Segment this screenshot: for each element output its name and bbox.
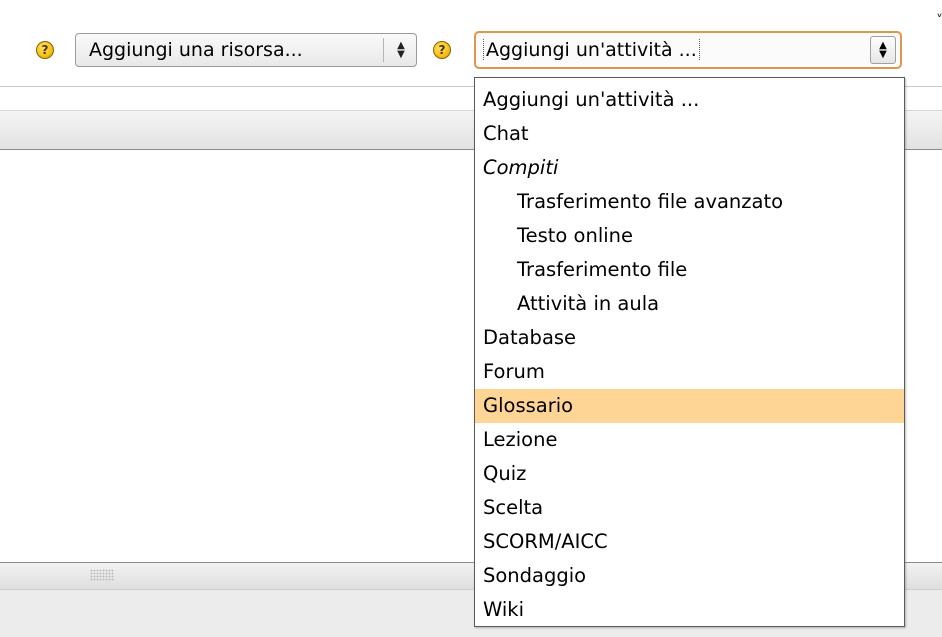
dropdown-option[interactable]: Trasferimento file <box>475 253 904 287</box>
updown-arrows-icon: ▲ ▼ <box>870 36 896 64</box>
add-activity-select-label: Aggiungi un'attività ... <box>483 39 700 61</box>
add-resource-select-value: Aggiungi una risorsa... <box>89 39 303 61</box>
dropdown-option[interactable]: SCORM/AICC <box>475 525 904 559</box>
updown-arrows-icon: ▲ ▼ <box>390 41 412 60</box>
arrow-down-icon: ▼ <box>879 49 887 60</box>
dropdown-option[interactable]: Sondaggio <box>475 559 904 593</box>
help-icon[interactable]: ? <box>433 41 451 59</box>
resize-grip-icon[interactable] <box>90 569 114 581</box>
arrow-down-icon: ▼ <box>397 49 405 60</box>
dropdown-option[interactable]: Lezione <box>475 423 904 457</box>
add-resource-select[interactable]: Aggiungi una risorsa... ▲ ▼ <box>75 33 417 67</box>
dropdown-option[interactable]: Database <box>475 321 904 355</box>
activity-dropdown-list[interactable]: Aggiungi un'attività ... Chat Compiti Trasf… <box>474 77 905 627</box>
select-separator <box>383 38 384 62</box>
dropdown-option[interactable]: Forum <box>475 355 904 389</box>
add-activity-select[interactable]: Aggiungi un'attività ... ▲ ▼ <box>474 31 902 69</box>
dropdown-option[interactable]: Scelta <box>475 491 904 525</box>
help-icon[interactable]: ? <box>36 41 54 59</box>
dropdown-option[interactable]: Quiz <box>475 457 904 491</box>
dropdown-option-group: Compiti <box>483 156 559 179</box>
chevron-down-icon[interactable]: ˅ <box>936 14 942 28</box>
dropdown-option[interactable]: Glossario <box>475 389 904 423</box>
page: ˅ ? Aggiungi una risorsa... ▲ ▼ ? Aggiun… <box>0 0 942 637</box>
dropdown-option[interactable]: Wiki <box>475 593 904 627</box>
add-activity-select-value: Aggiungi un'attività ... <box>476 39 870 61</box>
dropdown-option[interactable]: Chat <box>475 117 904 151</box>
dropdown-option[interactable]: Attività in aula <box>475 287 904 321</box>
dropdown-option[interactable]: Testo online <box>475 219 904 253</box>
dropdown-option[interactable]: Aggiungi un'attività ... <box>475 83 904 117</box>
dropdown-option[interactable]: Trasferimento file avanzato <box>475 185 904 219</box>
